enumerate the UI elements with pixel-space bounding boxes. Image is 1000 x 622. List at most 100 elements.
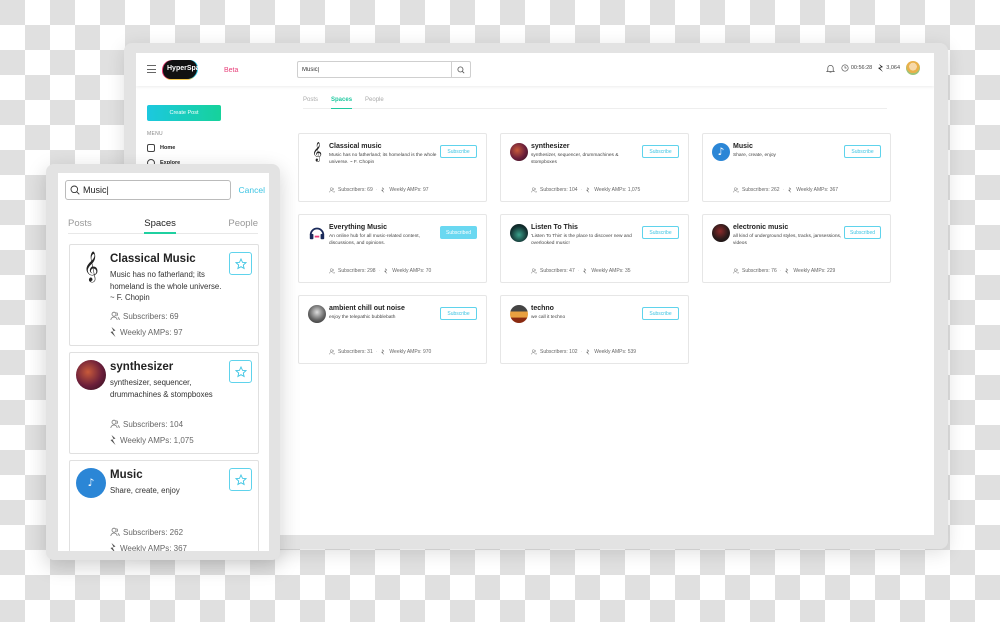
space-title: synthesizer xyxy=(110,361,174,373)
search-icon xyxy=(457,65,465,73)
star-icon xyxy=(234,473,247,485)
amps-icon xyxy=(110,435,116,445)
weekly-amps: Weekly AMPs: 1,075 xyxy=(594,187,641,193)
mobile-tab-spaces[interactable]: Spaces xyxy=(144,218,176,234)
music-note-icon: ♪ xyxy=(76,468,106,498)
amps-icon xyxy=(788,187,792,193)
star-icon xyxy=(234,365,247,377)
mobile-screen: Cancel Posts Spaces People 𝄞 Classical Mu… xyxy=(58,173,269,551)
subscribe-button[interactable]: Subscribe xyxy=(642,145,679,158)
space-card[interactable]: Listen To This 'Listen To This' is the pl… xyxy=(500,214,689,283)
space-card[interactable]: 𝄞 Classical music Music has no fatherland;… xyxy=(298,133,487,202)
amps-balance: 3,064 xyxy=(878,64,900,72)
top-bar: HyperSpace Beta 00:56:28 3,064 xyxy=(136,53,934,86)
timer-value: 00:56:28 xyxy=(850,65,873,71)
subscribe-button[interactable]: Subscribe xyxy=(844,145,881,158)
separator-dot: · xyxy=(782,187,785,193)
amps-row: Weekly AMPs: 1,075 xyxy=(110,435,194,445)
subscriber-count: Subscribers: 47 xyxy=(540,268,575,274)
space-stats: Subscribers: 298 · Weekly AMPs: 70 xyxy=(329,268,431,274)
subscribers-icon xyxy=(733,187,739,193)
space-stats: Subscribers: 47 · Weekly AMPs: 35 xyxy=(531,268,631,274)
weekly-amps: Weekly AMPs: 70 xyxy=(392,268,432,274)
search-input[interactable] xyxy=(298,62,451,77)
hamburger-menu-icon[interactable] xyxy=(147,65,156,73)
space-description: An online hub for all music-related cont… xyxy=(329,234,420,246)
treble-clef-icon: 𝄞 xyxy=(311,142,323,162)
space-title: Music xyxy=(110,469,143,481)
bell-icon[interactable] xyxy=(825,64,835,73)
separator-dot: · xyxy=(577,268,580,274)
beta-badge: Beta xyxy=(224,66,239,74)
space-stats: Subscribers: 76 · Weekly AMPs: 229 xyxy=(733,268,835,274)
subscribers-icon xyxy=(110,311,120,321)
search-icon xyxy=(70,185,80,195)
synth-photo xyxy=(510,143,528,161)
subscriber-count: Subscribers: 104 xyxy=(540,187,578,193)
weekly-amps: Weekly AMPs: 539 xyxy=(594,349,637,355)
space-card[interactable]: ♪ Music Share, create, enjoy Subscribe Subsc… xyxy=(702,133,891,202)
amps-icon xyxy=(878,64,884,72)
weekly-amps: Weekly AMPs: 367 xyxy=(120,543,187,552)
timer: 00:56:28 xyxy=(841,64,872,72)
header-tools: 00:56:28 3,064 xyxy=(825,61,920,75)
favorite-button[interactable] xyxy=(229,252,252,275)
mobile-search-input[interactable] xyxy=(83,185,223,195)
subscribers-icon xyxy=(110,419,120,429)
weekly-amps: Weekly AMPs: 970 xyxy=(389,349,432,355)
separator-dot: · xyxy=(375,187,378,193)
mobile-space-card[interactable]: ♪ Music Share, create, enjoy Subscribers: 2… xyxy=(69,460,259,551)
space-title: synthesizer xyxy=(531,143,570,150)
space-title: techno xyxy=(531,305,554,312)
mobile-tab-posts[interactable]: Posts xyxy=(68,218,92,229)
space-card[interactable]: Everything Music An online hub for all mu… xyxy=(298,214,487,283)
subscribe-button[interactable]: Subscribed xyxy=(844,226,881,239)
space-description: enjoy the telepathic bubblebath xyxy=(329,315,396,320)
amps-value: 3,064 xyxy=(886,65,900,71)
space-card[interactable]: techno we call it techno Subscribe Subscrib… xyxy=(500,295,689,364)
search-button[interactable] xyxy=(451,62,470,77)
amps-icon xyxy=(384,268,388,274)
subscribe-button[interactable]: Subscribe xyxy=(440,145,477,158)
tab-spaces[interactable]: Spaces xyxy=(331,97,353,109)
space-description: Share, create, enjoy xyxy=(110,486,180,495)
ambient-photo xyxy=(308,305,326,323)
space-card[interactable]: ambient chill out noise enjoy the telepat… xyxy=(298,295,487,364)
favorite-button[interactable] xyxy=(229,360,252,383)
subscribers-icon xyxy=(110,527,120,537)
main-content: Posts Spaces People 𝄞 Classical music Musi… xyxy=(298,97,891,364)
mobile-space-card[interactable]: 𝄞 Classical Music Music has no fatherland;… xyxy=(69,244,259,346)
subscribers-icon xyxy=(531,187,537,193)
logo[interactable]: HyperSpace Beta xyxy=(163,60,238,79)
space-stats: Subscribers: 262 · Weekly AMPs: 367 xyxy=(733,187,838,193)
spaces-grid: 𝄞 Classical music Music has no fatherland;… xyxy=(298,133,891,364)
space-description: all kind of underground styles, tracks, … xyxy=(733,234,842,246)
star-icon xyxy=(234,257,247,269)
subscribe-button[interactable]: Subscribe xyxy=(642,307,679,320)
space-stats: Subscribers: 31 · Weekly AMPs: 970 xyxy=(329,349,431,355)
create-post-button[interactable]: Create Post xyxy=(147,105,221,121)
subscribers-row: Subscribers: 104 xyxy=(110,419,183,429)
favorite-button[interactable] xyxy=(229,468,252,491)
tab-people[interactable]: People xyxy=(365,97,384,103)
menu-label: MENU xyxy=(147,131,163,137)
separator-dot: · xyxy=(779,268,782,274)
subscriber-count: Subscribers: 298 xyxy=(338,268,376,274)
space-card[interactable]: electronic music all kind of underground … xyxy=(702,214,891,283)
subscribe-button[interactable]: Subscribe xyxy=(642,226,679,239)
space-stats: Subscribers: 102 · Weekly AMPs: 539 xyxy=(531,349,636,355)
subscribers-icon xyxy=(329,349,335,355)
amps-icon xyxy=(586,349,590,355)
tab-posts[interactable]: Posts xyxy=(303,97,318,103)
separator-dot: · xyxy=(580,187,583,193)
mobile-space-card[interactable]: synthesizer synthesizer, sequencer, drumm… xyxy=(69,352,259,454)
subscribe-button[interactable]: Subscribe xyxy=(440,307,477,320)
sidebar-item-home[interactable]: Home xyxy=(147,144,227,152)
subscribe-button[interactable]: Subscribed xyxy=(440,226,477,239)
space-title: electronic music xyxy=(733,224,789,231)
mobile-tab-people[interactable]: People xyxy=(228,218,258,229)
space-card[interactable]: synthesizer synthesizer, sequencer, drumm… xyxy=(500,133,689,202)
cancel-button[interactable]: Cancel xyxy=(239,185,265,195)
user-avatar[interactable] xyxy=(906,61,920,75)
subscribers-icon xyxy=(531,268,537,274)
